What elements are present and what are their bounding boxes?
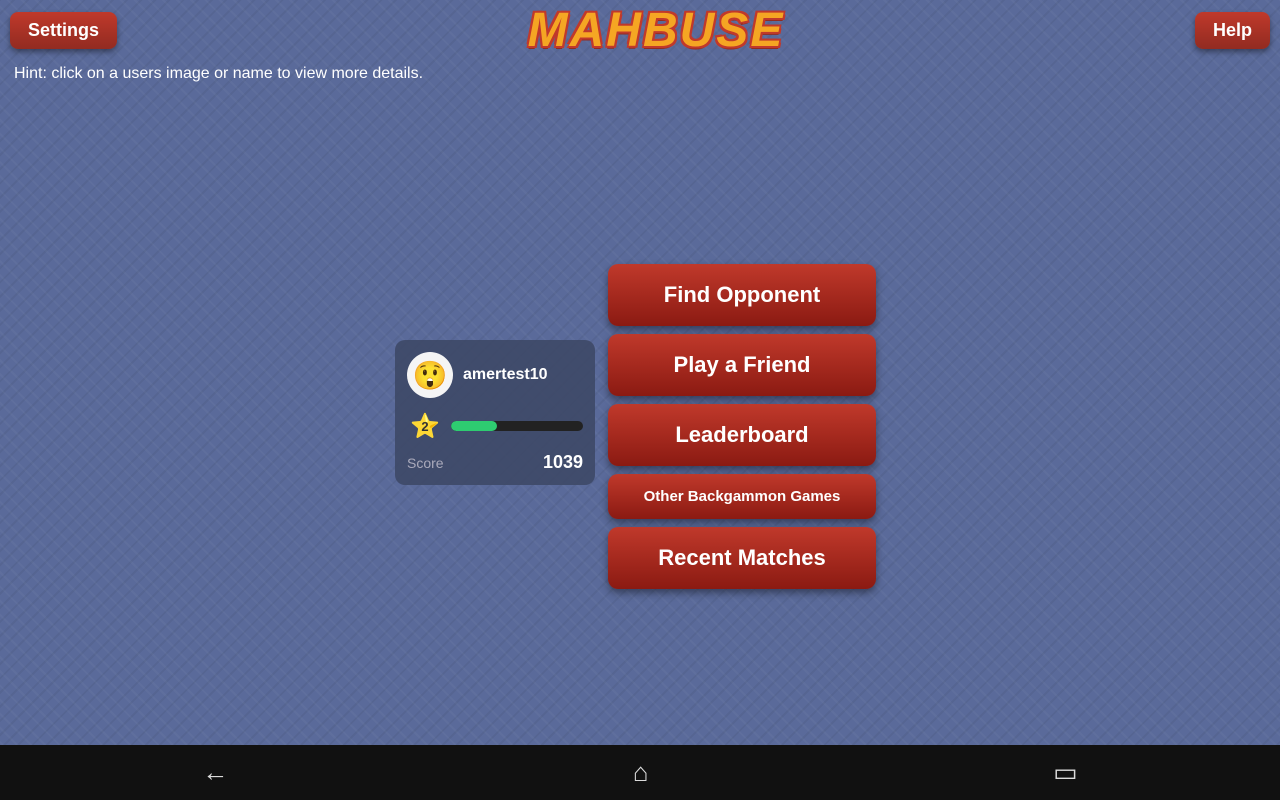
app-title: MAHBUSE bbox=[528, 3, 785, 58]
progress-bar-fill bbox=[451, 421, 497, 431]
home-icon[interactable]: ⌂ bbox=[633, 757, 649, 788]
find-opponent-button[interactable]: Find Opponent bbox=[608, 264, 876, 326]
other-games-button[interactable]: Other Backgammon Games bbox=[608, 474, 876, 519]
menu-buttons: Find Opponent Play a Friend Leaderboard … bbox=[608, 264, 876, 589]
hint-text: Hint: click on a users image or name to … bbox=[14, 65, 423, 83]
progress-bar-bg bbox=[451, 421, 583, 431]
player-header: 😲 amertest10 bbox=[407, 352, 583, 398]
play-friend-button[interactable]: Play a Friend bbox=[608, 334, 876, 396]
score-row: Score 1039 bbox=[407, 452, 583, 473]
score-label: Score bbox=[407, 455, 444, 471]
recent-icon[interactable]: ▭ bbox=[1053, 757, 1078, 788]
player-name: amertest10 bbox=[463, 366, 548, 384]
back-icon[interactable]: ← bbox=[202, 757, 228, 788]
score-value: 1039 bbox=[543, 452, 583, 473]
top-bar: Settings MAHBUSE Help bbox=[0, 0, 1280, 60]
player-level-row: ⭐2 bbox=[407, 408, 583, 444]
star-badge: ⭐2 bbox=[407, 408, 443, 444]
help-button[interactable]: Help bbox=[1195, 12, 1270, 49]
avatar-emoji: 😲 bbox=[413, 359, 448, 392]
leaderboard-button[interactable]: Leaderboard bbox=[608, 404, 876, 466]
settings-button[interactable]: Settings bbox=[10, 12, 117, 49]
recent-matches-button[interactable]: Recent Matches bbox=[608, 527, 876, 589]
avatar: 😲 bbox=[407, 352, 453, 398]
level-number: 2 bbox=[421, 419, 428, 434]
player-card[interactable]: 😲 amertest10 ⭐2 Score 1039 bbox=[395, 340, 595, 485]
bottom-bar: ← ⌂ ▭ bbox=[0, 745, 1280, 800]
